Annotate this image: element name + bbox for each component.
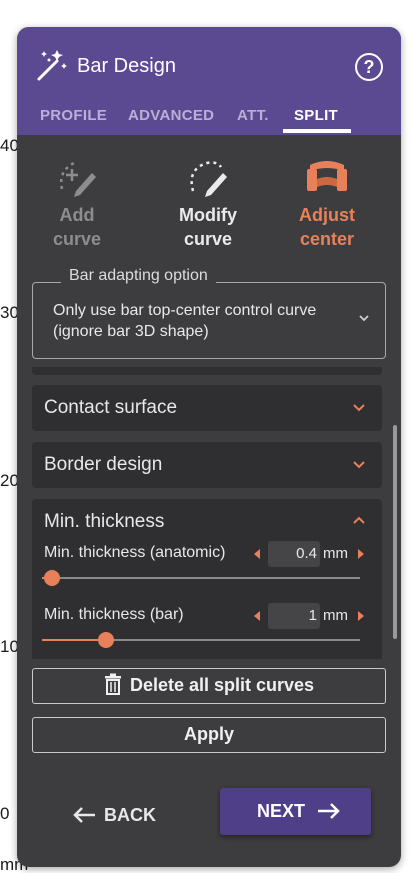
back-button[interactable]: BACK (71, 797, 171, 833)
increment-arrow[interactable] (358, 611, 364, 621)
modify-curve-icon (190, 161, 227, 197)
add-curve-button[interactable]: Add curve (27, 157, 127, 251)
delete-all-label: Delete all split curves (129, 675, 315, 695)
delete-all-split-curves-button[interactable]: Delete all split curves (32, 668, 386, 704)
modify-curve-button[interactable]: Modify curve (158, 157, 258, 251)
min-thickness-bar-slider[interactable] (42, 632, 360, 648)
slider-fill (42, 639, 106, 641)
section-border-design[interactable]: Border design (32, 442, 382, 488)
section-min-thickness: Min. thickness Min. thickness (anatomic)… (32, 499, 382, 659)
help-button[interactable]: ? (355, 53, 383, 81)
bar-design-panel: Bar Design ? PROFILE ADVANCED ATT. SPLIT… (17, 27, 401, 867)
add-curve-label: Add curve (52, 205, 102, 249)
bar-adapting-legend: Bar adapting option (61, 267, 216, 285)
adjust-center-icon (307, 161, 347, 191)
unit-label: mm (323, 545, 348, 562)
tab-advanced[interactable]: ADVANCED (128, 107, 214, 124)
back-label: BACK (104, 805, 156, 825)
modify-curve-label: Modify curve (179, 205, 237, 249)
decrement-arrow[interactable] (254, 549, 260, 559)
apply-button[interactable]: Apply (32, 717, 386, 753)
section-contact-surface[interactable]: Contact surface (32, 385, 382, 431)
adjust-center-button[interactable]: Adjust center (277, 157, 377, 251)
section-title[interactable]: Min. thickness (44, 511, 164, 533)
min-thickness-anatomic-input[interactable]: 0.4 (268, 541, 320, 567)
decrement-arrow[interactable] (254, 611, 260, 621)
settings-scroll-area[interactable]: Contact surface Border design Min. thick… (32, 367, 384, 659)
next-button[interactable]: NEXT (220, 788, 371, 835)
question-circle-icon: ? (363, 57, 375, 77)
next-label: NEXT (257, 801, 306, 821)
split-tools: Add curve Modify curve Adjust center (17, 157, 401, 257)
panel-title: Bar Design (77, 55, 176, 77)
unit-label: mm (323, 607, 348, 624)
min-thickness-anatomic-slider[interactable] (42, 570, 360, 586)
bar-adapting-select[interactable]: Only use bar top-center control curve (i… (32, 282, 386, 359)
slider-thumb[interactable] (43, 570, 60, 586)
section-title: Contact surface (44, 397, 178, 418)
tab-split[interactable]: SPLIT (294, 107, 338, 124)
active-tab-indicator (283, 129, 351, 133)
increment-arrow[interactable] (358, 549, 364, 559)
trash-icon (104, 673, 121, 696)
arrow-right-icon (318, 803, 340, 819)
slider-thumb[interactable] (97, 632, 114, 648)
min-thickness-anatomic-label: Min. thickness (anatomic) (44, 544, 226, 561)
section-title: Border design (44, 454, 163, 475)
collapsed-section-partial (32, 367, 382, 375)
chevron-up-icon[interactable] (352, 515, 366, 525)
adjust-center-label: Adjust center (299, 205, 355, 249)
add-curve-icon (60, 161, 96, 197)
chevron-down-icon (359, 315, 369, 322)
bg-y-tick: 0 (0, 804, 10, 823)
panel-header: Bar Design ? PROFILE ADVANCED ATT. SPLIT (17, 27, 401, 135)
tab-profile[interactable]: PROFILE (40, 107, 107, 124)
bar-adapting-value: Only use bar top-center control curve (i… (53, 302, 317, 340)
chevron-down-icon (353, 404, 365, 412)
chevron-down-icon (353, 461, 365, 469)
min-thickness-bar-input[interactable]: 1 (268, 603, 320, 629)
arrow-left-icon (73, 807, 95, 823)
tab-att[interactable]: ATT. (237, 107, 269, 124)
vertical-scrollbar[interactable] (393, 425, 397, 639)
min-thickness-bar-label: Min. thickness (bar) (44, 606, 184, 623)
magic-wand-icon (37, 50, 67, 81)
